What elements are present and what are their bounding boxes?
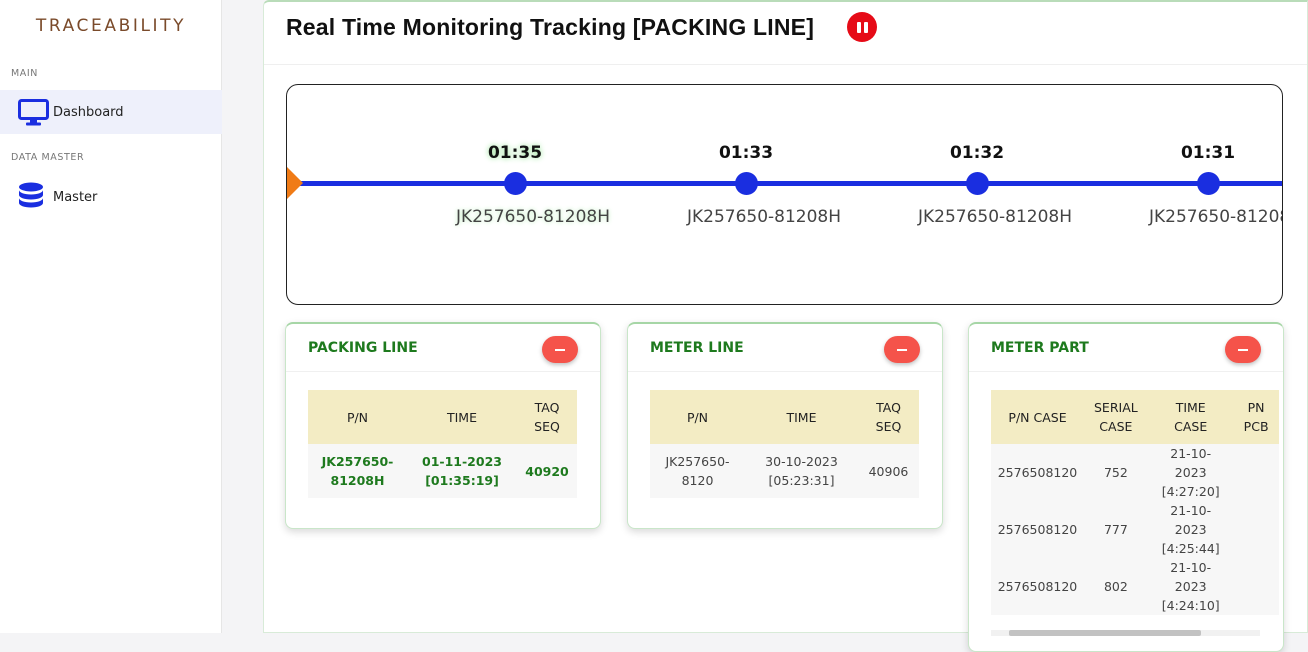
timeline-label: JK257650-81208H [455,207,611,227]
table-cell: JK257650-8120 [650,444,745,498]
table-row[interactable]: 2576508120 752 21-10-2023 [4:27:20] [991,444,1279,501]
table-cell: 40920 [517,444,577,498]
table-header: P/N CASE [991,390,1084,444]
minimize-button[interactable] [1225,336,1261,363]
table-cell [1233,558,1279,615]
timeline-start-arrow-icon [287,166,303,200]
timeline-time: 01:35 [487,143,543,163]
table-row[interactable]: JK257650-81208H 01-11-2023 [01:35:19] 40… [308,444,577,498]
table-row[interactable]: 2576508120 802 21-10-2023 [4:24:10] [991,558,1279,615]
timeline-time: 01:32 [949,143,1005,163]
monitor-icon [18,97,50,127]
timeline-label: JK257650-81208H [686,207,842,227]
card-title: METER LINE [650,340,744,356]
table-cell: 777 [1084,501,1148,558]
packing-line-card: PACKING LINE P/N TIME TAQ SEQ JK257650-8… [285,322,601,529]
pause-icon [856,21,861,33]
page-title: Real Time Monitoring Tracking [PACKING L… [286,13,815,40]
timeline-time: 01:33 [718,143,774,163]
title-row: Real Time Monitoring Tracking [PACKING L… [286,12,878,42]
table-header: SERIAL CASE [1084,390,1148,444]
horizontal-scrollbar[interactable] [991,630,1260,636]
table-header: TAQ SEQ [517,390,577,444]
table-header: PN PCB [1233,390,1279,444]
card-title: METER PART [991,340,1089,356]
timeline: 01:35 JK257650-81208H 01:33 JK257650-812… [286,84,1283,305]
timeline-label: JK257650-81208H [917,207,1073,227]
table-cell [1233,501,1279,558]
timeline-label: JK257650-81208H [1148,207,1282,227]
timeline-dot [504,172,527,195]
table-cell: 2576508120 [991,501,1084,558]
table-cell: 21-10-2023 [4:24:10] [1147,558,1234,615]
minus-icon [1238,348,1248,351]
table-cell [1233,444,1279,501]
minimize-button[interactable] [542,336,578,363]
meter-part-table: P/N CASE SERIAL CASE TIME CASE PN PCB 25… [991,390,1279,615]
table-header: TIME [407,390,517,444]
sidebar: TRACEABILITY MAIN Dashboard DATA MASTER … [0,0,222,633]
minus-icon [897,348,907,351]
timeline-time: 01:31 [1180,143,1236,163]
table-cell: 21-10-2023 [4:27:20] [1147,444,1234,501]
table-cell: 21-10-2023 [4:25:44] [1147,501,1234,558]
database-icon [18,182,50,212]
sidebar-item-master[interactable]: Master [0,175,222,219]
timeline-dot [735,172,758,195]
table-cell: 40906 [858,444,919,498]
scrollbar-thumb[interactable] [1009,630,1201,636]
table-cell: 2576508120 [991,444,1084,501]
section-label-data-master: DATA MASTER [11,152,85,163]
sidebar-item-label: Master [53,189,98,205]
table-cell: 752 [1084,444,1148,501]
table-cell: 01-11-2023 [01:35:19] [407,444,517,498]
meter-line-card: METER LINE P/N TIME TAQ SEQ JK257650-812… [627,322,943,529]
table-header: TIME CASE [1147,390,1234,444]
table-row[interactable]: JK257650-8120 30-10-2023 [05:23:31] 4090… [650,444,919,498]
table-header: TAQ SEQ [858,390,919,444]
card-title: PACKING LINE [308,340,418,356]
brand-logo: TRACEABILITY [35,16,187,36]
table-row[interactable]: 2576508120 777 21-10-2023 [4:25:44] [991,501,1279,558]
pause-button[interactable] [847,12,878,42]
sidebar-item-dashboard[interactable]: Dashboard [0,90,222,134]
table-header: P/N [650,390,745,444]
divider [264,64,1307,65]
sidebar-item-label: Dashboard [53,104,124,120]
timeline-line [287,181,1282,186]
meter-line-table: P/N TIME TAQ SEQ JK257650-8120 30-10-202… [650,390,919,498]
table-cell: 802 [1084,558,1148,615]
table-cell: JK257650-81208H [308,444,407,498]
timeline-dot [966,172,989,195]
timeline-dot [1197,172,1220,195]
minimize-button[interactable] [884,336,920,363]
table-header: TIME [745,390,858,444]
minus-icon [555,348,565,351]
table-cell: 2576508120 [991,558,1084,615]
meter-part-card: METER PART P/N CASE SERIAL CASE TIME CAS… [968,322,1284,652]
table-cell: 30-10-2023 [05:23:31] [745,444,858,498]
table-header: P/N [308,390,407,444]
packing-line-table: P/N TIME TAQ SEQ JK257650-81208H 01-11-2… [308,390,577,498]
section-label-main: MAIN [11,68,39,79]
